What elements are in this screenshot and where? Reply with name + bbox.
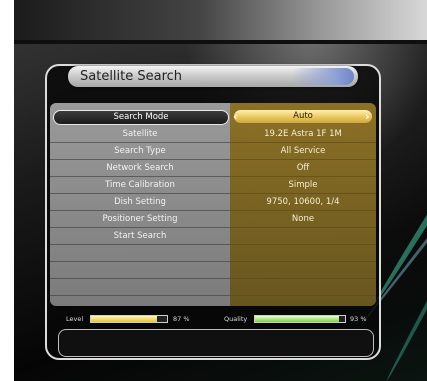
menu-label: Satellite [122,129,158,139]
menu-label: Network Search [106,163,174,173]
chevron-left-icon[interactable]: ‹ [233,109,238,124]
chevron-right-icon[interactable]: › [365,109,370,124]
menu-row-search-type[interactable]: Search Type All Service [50,143,376,160]
signal-meters: Level 87 % Quality 93 % [66,313,372,325]
level-bar [90,315,168,323]
empty-row [50,262,376,279]
quality-bar-fill [255,316,339,322]
empty-row [50,279,376,296]
menu-row-satellite[interactable]: Satellite 19.2E Astra 1F 1M [50,126,376,143]
top-gradient-strip [14,0,427,40]
menu-value: Simple [288,180,318,190]
menu-row-dish-setting[interactable]: Dish Setting 9750, 10600, 1/4 [50,194,376,211]
level-bar-fill [91,316,158,322]
menu-row-time-calibration[interactable]: Time Calibration Simple [50,177,376,194]
settings-list: Search Mode Auto ‹ › Satellite 19.2E Ast… [50,103,376,306]
menu-row-start-search[interactable]: Start Search [50,228,376,245]
menu-value: 19.2E Astra 1F 1M [264,129,342,139]
menu-label: Time Calibration [105,180,175,190]
menu-value: None [291,214,315,224]
menu-value: 9750, 10600, 1/4 [266,197,340,207]
level-percent: 87 % [173,315,190,323]
top-divider [14,40,427,44]
quality-percent: 93 % [350,315,367,323]
screen-border [0,0,14,381]
menu-value[interactable]: Auto [234,110,372,123]
menu-row-search-mode[interactable]: Search Mode Auto ‹ › [50,109,376,126]
level-label: Level [66,315,84,323]
menu-value: Off [296,163,310,173]
menu-value: All Service [280,146,326,156]
menu-row-positioner-setting[interactable]: Positioner Setting None [50,211,376,228]
quality-bar [254,315,346,323]
menu-label: Start Search [113,231,167,241]
info-box [58,329,374,357]
menu-row-network-search[interactable]: Network Search Off [50,160,376,177]
row-divider [50,295,376,296]
menu-label: Dish Setting [114,197,166,207]
empty-row [50,245,376,262]
menu-label: Search Type [114,146,166,156]
page-title: Satellite Search [80,69,183,84]
menu-label: Positioner Setting [102,214,178,224]
quality-label: Quality [224,315,248,323]
menu-label: Search Mode [53,110,229,125]
